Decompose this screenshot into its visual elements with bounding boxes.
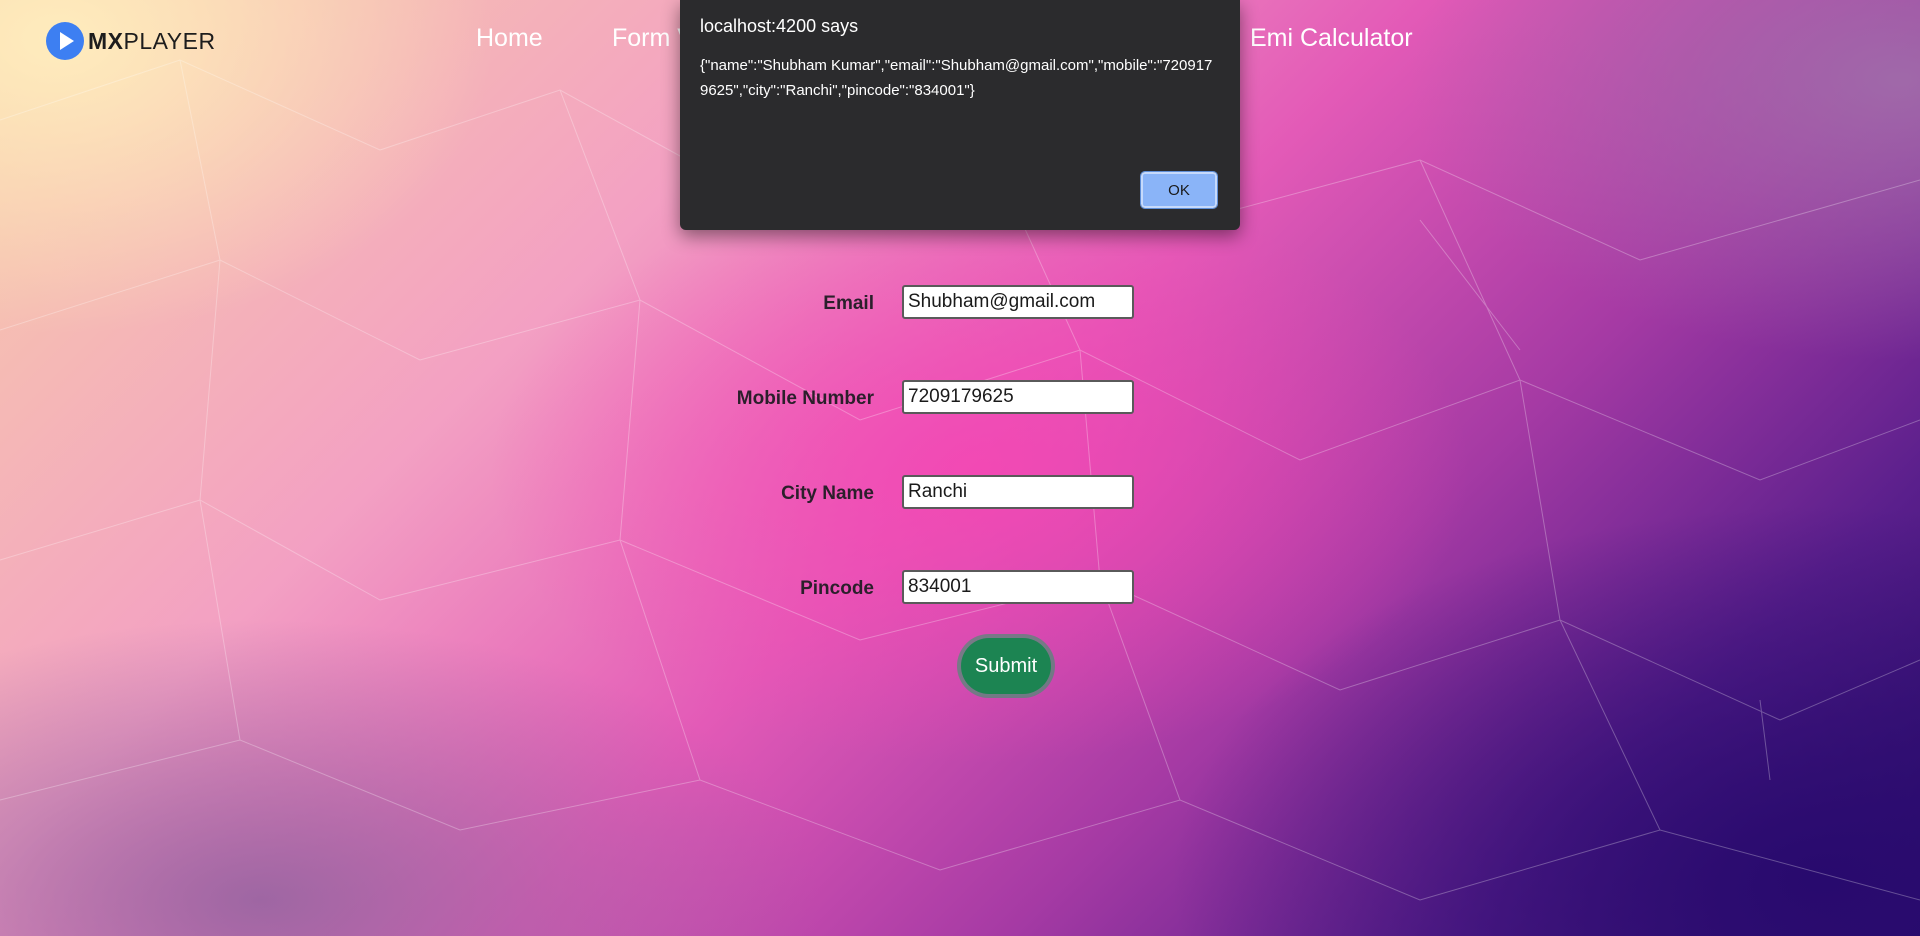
city-field[interactable] <box>902 475 1134 509</box>
mobile-field[interactable] <box>902 380 1134 414</box>
play-icon <box>46 22 84 60</box>
brand-name: MXPLAYER <box>88 27 216 54</box>
submit-button[interactable]: Submit <box>961 638 1051 694</box>
nav-link-home[interactable]: Home <box>476 24 543 53</box>
email-row: Email <box>0 285 1920 323</box>
city-row: City Name <box>0 475 1920 513</box>
brand-logo[interactable]: MXPLAYER <box>46 22 216 60</box>
email-field[interactable] <box>902 285 1134 319</box>
email-label: Email <box>823 293 874 314</box>
mobile-row: Mobile Number <box>0 380 1920 418</box>
ok-button[interactable]: OK <box>1140 171 1218 209</box>
mobile-label: Mobile Number <box>736 388 874 409</box>
alert-message: {"name":"Shubham Kumar","email":"Shubham… <box>700 57 1213 99</box>
city-label: City Name <box>781 483 874 504</box>
nav-link-emi-calculator[interactable]: Emi Calculator <box>1250 24 1413 53</box>
pincode-row: Pincode <box>0 570 1920 608</box>
pincode-label: Pincode <box>800 578 874 599</box>
alert-title: localhost:4200 says <box>700 16 859 36</box>
pincode-field[interactable] <box>902 570 1134 604</box>
